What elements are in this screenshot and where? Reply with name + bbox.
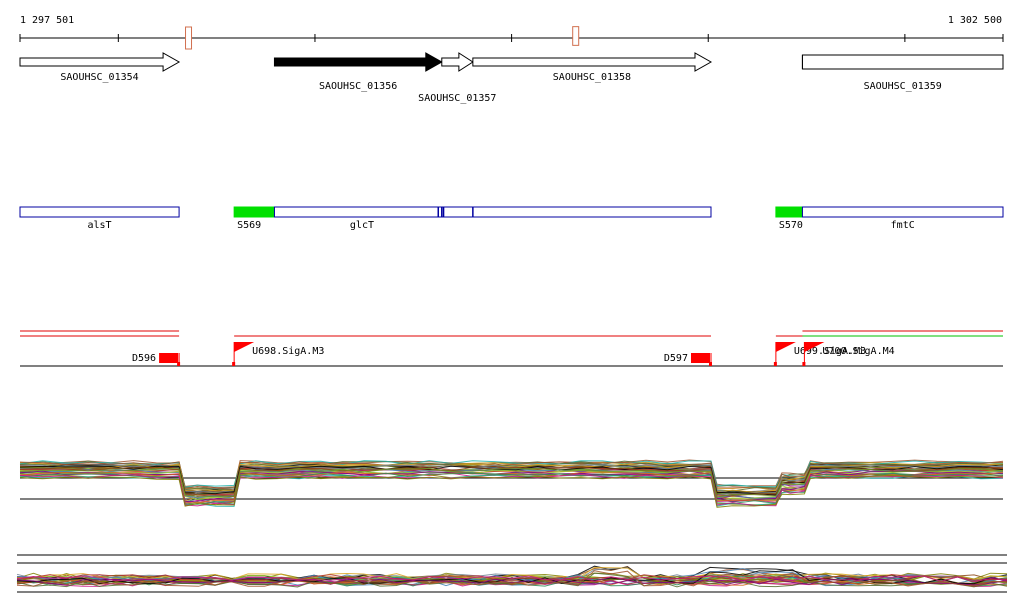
promoter-label-U700.SigA.M4: U700.SigA.M4 xyxy=(822,346,894,357)
gene-label-SAOUHSC_01358: SAOUHSC_01358 xyxy=(553,72,631,83)
terminator-D597 xyxy=(690,353,710,363)
genome-browser: 1 297 501 1 302 500 SAOUHSC_01354 SAOUHSC… xyxy=(0,0,1024,611)
segment-S570 xyxy=(775,206,805,218)
annotation-label-glcT: glcT xyxy=(350,220,374,231)
segment-S569 xyxy=(233,206,275,218)
ruler-marker-2 xyxy=(572,26,580,46)
terminator-foot xyxy=(708,362,712,366)
gene-arrow-SAOUHSC_01358 xyxy=(472,52,713,72)
terminator-label-D597: D597 xyxy=(664,353,688,364)
expression-profile xyxy=(19,475,1004,508)
terminator-label-D596: D596 xyxy=(132,353,156,364)
segment-label-S570: S570 xyxy=(779,220,803,231)
gene-arrow-SAOUHSC_01359 xyxy=(801,54,1004,70)
regulatory-track: D596U698.SigA.M3D597U699.SigA.M3U700.Sig… xyxy=(20,330,1003,367)
annotation-track: alsT S569 glcT S570 fmtC xyxy=(19,206,1004,231)
promoter-flag-U699.SigA.M3 xyxy=(775,342,796,352)
gene-arrow-SAOUHSC_01356 xyxy=(273,52,443,72)
gene-label-SAOUHSC_01357: SAOUHSC_01357 xyxy=(418,93,496,104)
gene-label-SAOUHSC_01359: SAOUHSC_01359 xyxy=(864,81,942,92)
gene-arrow-SAOUHSC_01354 xyxy=(19,52,181,72)
ruler-end-label: 1 302 500 xyxy=(948,15,1002,26)
promoter-foot xyxy=(802,362,806,366)
gene-track: SAOUHSC_01354 SAOUHSC_01356 SAOUHSC_01357 S… xyxy=(19,52,1004,104)
ruler-marker-1 xyxy=(185,26,193,50)
segment-label-S569: S569 xyxy=(237,220,261,231)
gene-arrow-SAOUHSC_01357 xyxy=(441,52,474,72)
gene-label-SAOUHSC_01354: SAOUHSC_01354 xyxy=(60,72,138,83)
annotation-label-fmtC: fmtC xyxy=(891,220,915,231)
promoter-label-U698.SigA.M3: U698.SigA.M3 xyxy=(252,346,324,357)
annotation-box-fmtC xyxy=(801,206,1004,218)
annotation-box-alsT xyxy=(19,206,180,218)
coordinate-ruler: 1 297 501 1 302 500 xyxy=(19,15,1004,50)
ruler-start-label: 1 297 501 xyxy=(20,15,74,26)
terminator-D596 xyxy=(159,353,179,363)
promoter-foot xyxy=(773,362,777,366)
promoter-flag-U698.SigA.M3 xyxy=(234,342,255,352)
annotation-label-alsT: alsT xyxy=(87,220,111,231)
genome-browser-canvas: 1 297 501 1 302 500 SAOUHSC_01354SAOUHSC… xyxy=(16,15,1008,593)
terminator-foot xyxy=(177,362,181,366)
expression-track-secondary xyxy=(16,554,1008,593)
gene-label-SAOUHSC_01356: SAOUHSC_01356 xyxy=(319,81,397,92)
promoter-foot xyxy=(232,362,236,366)
expression-track xyxy=(19,459,1004,508)
annotation-box-glcT xyxy=(273,206,712,218)
